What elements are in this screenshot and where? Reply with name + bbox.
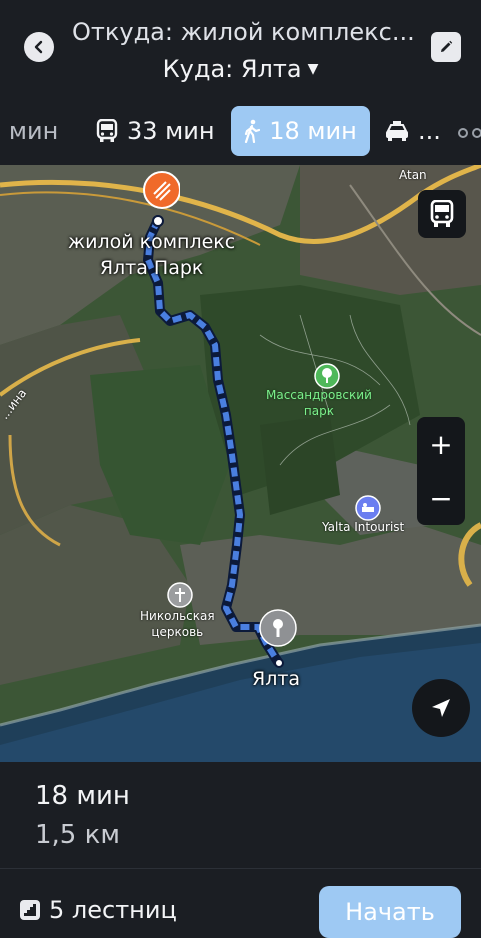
park-label-line2: парк (303, 404, 334, 418)
park-label: Массандровский парк (266, 387, 372, 419)
zoom-in-button[interactable]: + (417, 417, 465, 471)
stairs-count: 5 лестниц (49, 896, 177, 924)
my-location-button[interactable] (412, 679, 470, 737)
route-from-text[interactable]: Откуда: жилой комплекс... (72, 18, 417, 46)
park-label-line1: Массандровский (266, 388, 372, 402)
walk-icon (244, 119, 261, 143)
route-to-selector[interactable]: Куда: Ялта ▼ (0, 55, 481, 83)
tab-transit[interactable]: 33 мин (96, 106, 215, 156)
start-label-line2: Ялта Парк (99, 257, 204, 279)
stairs-icon (20, 900, 40, 920)
destination-pin-icon[interactable] (258, 608, 304, 670)
tab-transit-label: 33 мин (127, 117, 215, 145)
location-arrow-icon (432, 699, 450, 717)
start-location-label: жилой комплекс Ялта Парк (68, 229, 235, 281)
tab-taxi-label: ... (418, 117, 441, 145)
route-summary-panel: 18 мин 1,5 км 5 лестниц Начать (0, 762, 481, 938)
start-navigation-button[interactable]: Начать (319, 886, 461, 938)
transport-mode-tabs: 0 мин 33 мин 18 мин (0, 102, 481, 160)
chevron-left-icon (34, 40, 43, 54)
scooter-icon (458, 117, 481, 145)
park-tree-icon[interactable] (314, 363, 340, 389)
start-label-line1: жилой комплекс (68, 231, 236, 253)
pencil-icon (441, 40, 453, 52)
bus-icon (430, 200, 454, 227)
church-cross-icon[interactable] (167, 582, 193, 608)
start-marker-icon[interactable] (140, 170, 180, 228)
tab-walk-label: 18 мин (269, 117, 357, 145)
church-label-line1: Никольская (140, 609, 215, 623)
atan-label: Atan (399, 168, 427, 182)
stairs-info: 5 лестниц (20, 896, 177, 924)
tab-car[interactable]: 0 мин (0, 106, 58, 156)
tab-scooter[interactable] (458, 106, 481, 156)
header: Откуда: жилой комплекс... Куда: Ялта ▼ (0, 0, 481, 100)
church-label-line2: церковь (151, 625, 204, 639)
map-view[interactable]: жилой комплекс Ялта Парк Массандровский … (0, 165, 481, 762)
bus-icon (96, 119, 118, 143)
transit-layer-button[interactable] (418, 190, 466, 238)
divider (0, 868, 481, 869)
tab-taxi[interactable]: ... (385, 106, 441, 156)
route-distance: 1,5 км (35, 820, 120, 850)
church-label: Никольская церковь (140, 608, 215, 640)
taxi-icon (385, 120, 409, 142)
dropdown-arrow-icon: ▼ (307, 61, 319, 77)
route-to-text: Куда: Ялта (162, 55, 302, 83)
tab-walk[interactable]: 18 мин (231, 106, 370, 156)
intourist-label: Yalta Intourist (322, 520, 405, 534)
route-duration: 18 мин (35, 781, 130, 811)
zoom-controls: + − (417, 417, 465, 525)
destination-label: Ялта (252, 668, 301, 690)
tab-car-label: 0 мин (0, 117, 59, 145)
hotel-bed-icon[interactable] (355, 495, 381, 521)
zoom-out-button[interactable]: − (417, 471, 465, 525)
